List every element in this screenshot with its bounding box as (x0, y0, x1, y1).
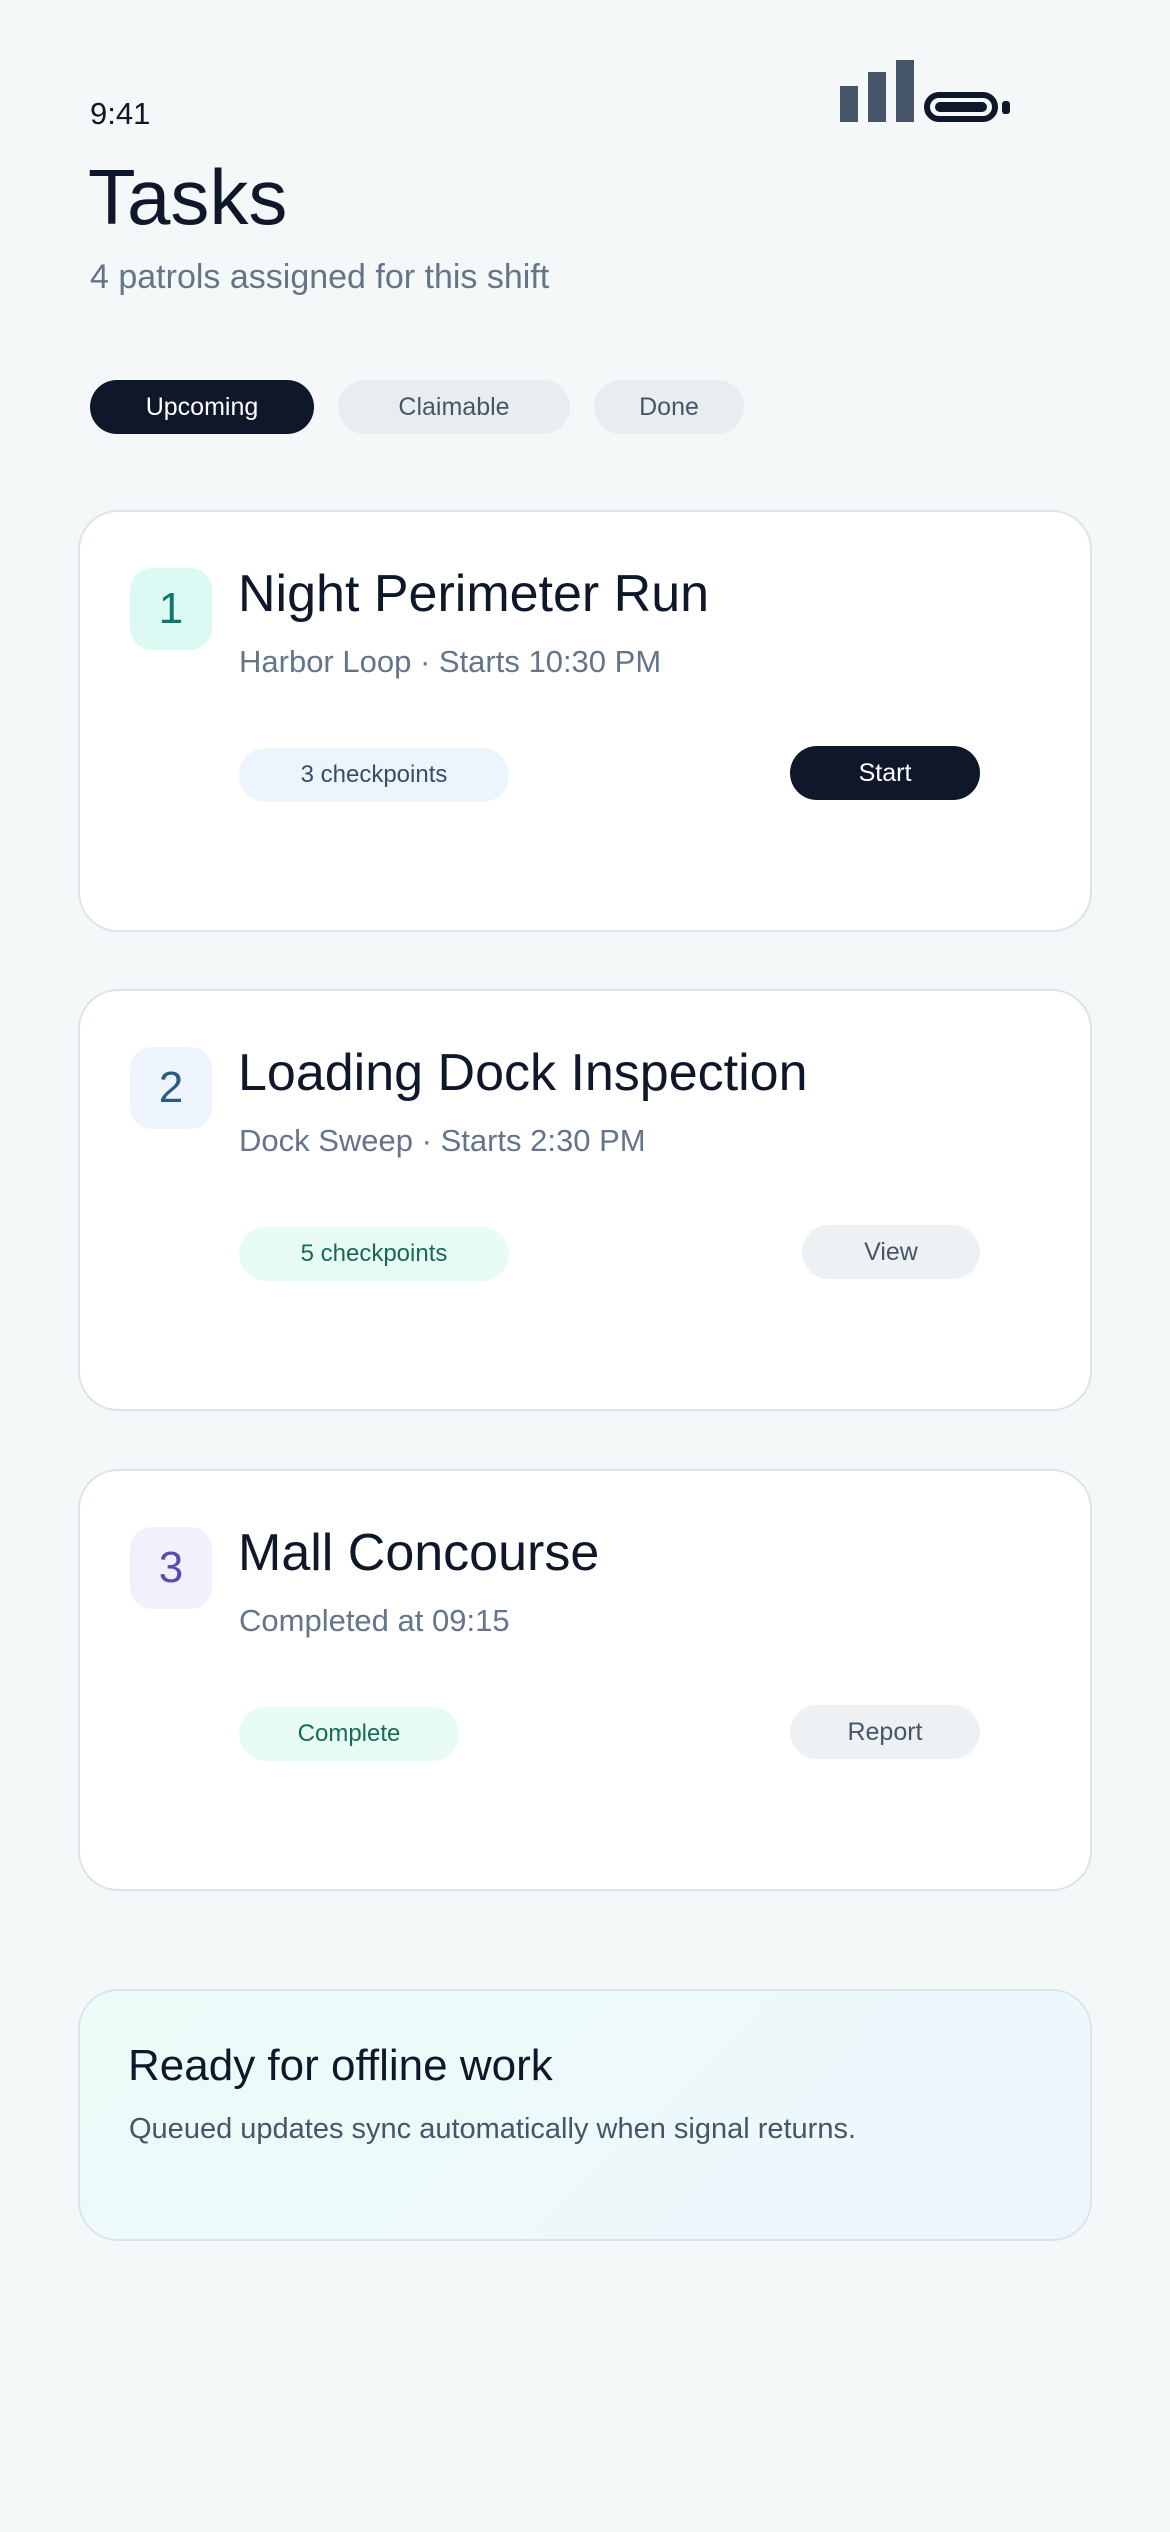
task-card[interactable]: 3 Mall Concourse Completed at 09:15 Comp… (78, 1469, 1092, 1891)
offline-banner-title: Ready for offline work (128, 2041, 553, 2090)
page-subtitle: 4 patrols assigned for this shift (90, 258, 550, 296)
start-button[interactable]: Start (790, 746, 980, 800)
checkpoint-chip: 5 checkpoints (239, 1227, 509, 1281)
task-subtitle: Harbor Loop · Starts 10:30 PM (239, 644, 662, 679)
task-title: Night Perimeter Run (238, 565, 710, 623)
view-button[interactable]: View (802, 1225, 980, 1279)
tab-claimable[interactable]: Claimable (338, 380, 570, 434)
offline-banner: Ready for offline work Queued updates sy… (78, 1989, 1092, 2241)
tab-done[interactable]: Done (594, 380, 744, 434)
task-number-badge: 3 (130, 1527, 212, 1609)
task-number-badge: 2 (130, 1047, 212, 1129)
checkpoint-chip: 3 checkpoints (239, 748, 509, 802)
task-subtitle: Completed at 09:15 (239, 1603, 510, 1638)
status-time: 9:41 (90, 96, 151, 131)
task-card[interactable]: 2 Loading Dock Inspection Dock Sweep · S… (78, 989, 1092, 1411)
task-title: Mall Concourse (238, 1524, 600, 1582)
task-subtitle: Dock Sweep · Starts 2:30 PM (239, 1123, 646, 1158)
task-title: Loading Dock Inspection (238, 1044, 808, 1102)
tab-upcoming[interactable]: Upcoming (90, 380, 314, 434)
task-number-badge: 1 (130, 568, 212, 650)
offline-banner-text: Queued updates sync automatically when s… (129, 2113, 857, 2145)
signal-bars-icon (840, 60, 916, 122)
page-title: Tasks (88, 153, 288, 241)
status-badge: Complete (239, 1707, 459, 1761)
battery-icon (924, 92, 1010, 128)
task-card[interactable]: 1 Night Perimeter Run Harbor Loop · Star… (78, 510, 1092, 932)
report-button[interactable]: Report (790, 1705, 980, 1759)
